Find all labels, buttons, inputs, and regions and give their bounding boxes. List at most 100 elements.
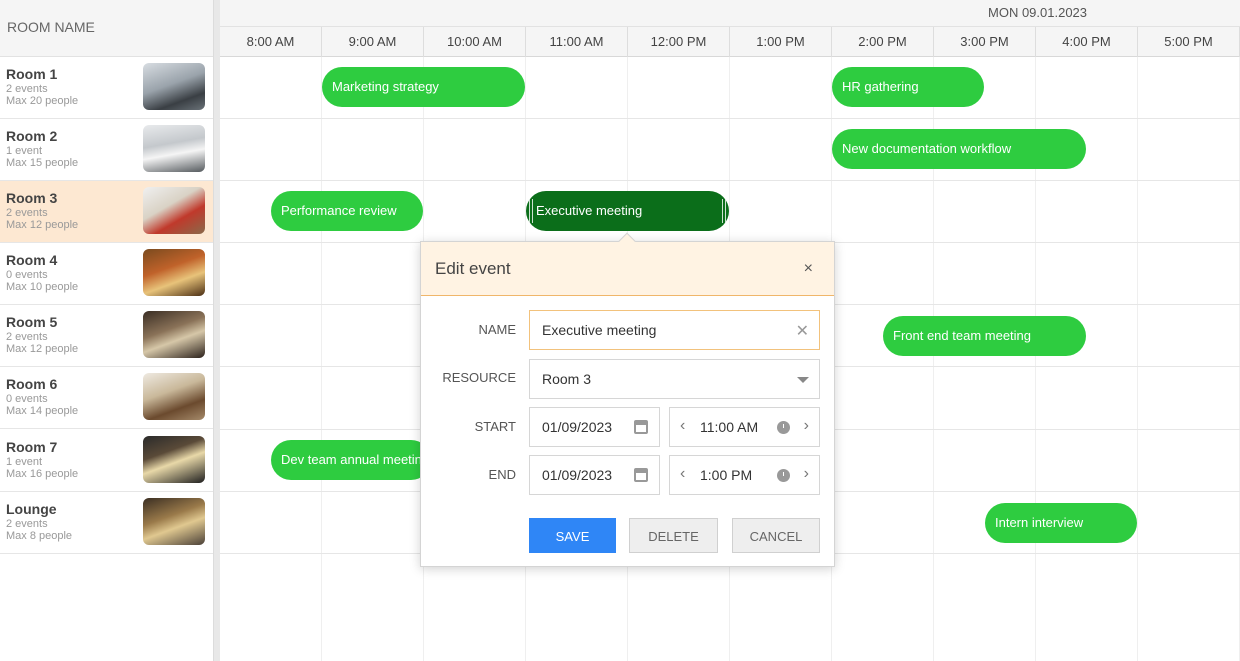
chevron-right-icon[interactable]: › — [804, 465, 809, 483]
room-row-7[interactable]: Room 7 1 event Max 16 people — [0, 430, 213, 492]
delete-button[interactable]: DELETE — [629, 518, 718, 553]
room-name: Room 2 — [6, 128, 58, 144]
end-date-value: 01/09/2023 — [542, 467, 613, 483]
room-event-count: 2 events — [6, 331, 48, 343]
resource-select[interactable]: Room 3 — [529, 359, 820, 399]
popup-title: Edit event — [435, 259, 511, 278]
chevron-left-icon[interactable]: ‹ — [680, 417, 685, 435]
grid-line — [220, 118, 1240, 119]
room-photo — [143, 436, 205, 483]
room-name: Room 7 — [6, 439, 58, 455]
room-photo — [143, 125, 205, 172]
room-photo — [143, 249, 205, 296]
room-row-5[interactable]: Room 5 2 events Max 12 people — [0, 305, 213, 367]
event-front-end-team-meeting[interactable]: Front end team meeting — [883, 316, 1086, 356]
room-capacity: Max 12 people — [6, 343, 79, 355]
room-name: Room 4 — [6, 252, 58, 268]
close-icon[interactable]: × — [804, 260, 813, 278]
calendar-icon[interactable] — [634, 468, 648, 482]
hour-header: 8:00 AM 9:00 AM 10:00 AM 11:00 AM 12:00 … — [220, 27, 1240, 57]
room-capacity: Max 16 people — [6, 468, 79, 480]
resource-label: RESOURCE — [442, 370, 516, 385]
end-time-value: 1:00 PM — [700, 467, 753, 483]
room-capacity: Max 12 people — [6, 219, 79, 231]
room-row-lounge[interactable]: Lounge 2 events Max 8 people — [0, 492, 213, 554]
resource-select-value: Room 3 — [542, 371, 592, 387]
hour-label: 11:00 AM — [526, 27, 628, 57]
event-intern-interview[interactable]: Intern interview — [985, 503, 1137, 543]
chevron-down-icon — [797, 377, 809, 383]
hour-label: 12:00 PM — [628, 27, 730, 57]
room-capacity: Max 14 people — [6, 405, 79, 417]
start-date-input[interactable]: 01/09/2023 — [529, 407, 660, 447]
room-name-header: ROOM NAME — [0, 0, 213, 57]
room-event-count: 2 events — [6, 518, 48, 530]
chevron-left-icon[interactable]: ‹ — [680, 465, 685, 483]
room-photo — [143, 373, 205, 420]
room-name: Room 5 — [6, 314, 58, 330]
event-new-documentation-workflow[interactable]: New documentation workflow — [832, 129, 1086, 169]
name-label: NAME — [478, 322, 516, 337]
event-performance-review[interactable]: Performance review — [271, 191, 423, 231]
sidebar-splitter[interactable] — [213, 0, 220, 661]
start-time-input[interactable]: ‹ 11:00 AM › — [669, 407, 820, 447]
start-time-value: 11:00 AM — [700, 419, 759, 435]
room-event-count: 0 events — [6, 393, 48, 405]
room-photo — [143, 311, 205, 358]
room-row-6[interactable]: Room 6 0 events Max 14 people — [0, 367, 213, 429]
room-event-count: 2 events — [6, 207, 48, 219]
name-input-value: Executive meeting — [542, 322, 657, 338]
resource-sidebar: ROOM NAME Room 1 2 events Max 20 people … — [0, 0, 213, 661]
room-capacity: Max 20 people — [6, 95, 79, 107]
room-name: Room 1 — [6, 66, 58, 82]
room-capacity: Max 8 people — [6, 530, 73, 542]
event-title: Executive meeting — [536, 203, 643, 218]
room-row-2[interactable]: Room 2 1 event Max 15 people — [0, 119, 213, 181]
room-event-count: 2 events — [6, 83, 48, 95]
date-label: MON 09.01.2023 — [988, 5, 1088, 20]
clock-icon — [777, 421, 790, 434]
hour-label: 8:00 AM — [220, 27, 322, 57]
chevron-right-icon[interactable]: › — [804, 417, 809, 435]
hour-label: 5:00 PM — [1138, 27, 1240, 57]
event-dev-team-annual-meeting[interactable]: Dev team annual meeting — [271, 440, 431, 480]
room-event-count: 0 events — [6, 269, 48, 281]
resize-handle-start[interactable] — [529, 199, 533, 223]
end-time-input[interactable]: ‹ 1:00 PM › — [669, 455, 820, 495]
room-name: Room 6 — [6, 376, 58, 392]
start-date-value: 01/09/2023 — [542, 419, 613, 435]
room-row-1[interactable]: Room 1 2 events Max 20 people — [0, 57, 213, 119]
room-row-3[interactable]: Room 3 2 events Max 12 people — [0, 181, 213, 243]
room-capacity: Max 15 people — [6, 157, 79, 169]
end-label: END — [488, 467, 516, 482]
date-header: MON 09.01.2023 — [220, 0, 1240, 27]
room-photo — [143, 498, 205, 545]
calendar-icon[interactable] — [634, 420, 648, 434]
name-input[interactable]: Executive meeting ✕ — [529, 310, 820, 350]
grid-line — [220, 180, 1240, 181]
end-date-input[interactable]: 01/09/2023 — [529, 455, 660, 495]
room-capacity: Max 10 people — [6, 281, 79, 293]
edit-event-popup: Edit event × NAME Executive meeting ✕ RE… — [420, 232, 835, 567]
start-label: START — [474, 419, 516, 434]
event-marketing-strategy[interactable]: Marketing strategy — [322, 67, 525, 107]
room-photo — [143, 187, 205, 234]
hour-label: 10:00 AM — [424, 27, 526, 57]
resize-handle-end[interactable] — [722, 199, 726, 223]
hour-label: 1:00 PM — [730, 27, 832, 57]
room-row-4[interactable]: Room 4 0 events Max 10 people — [0, 243, 213, 305]
hour-label: 9:00 AM — [322, 27, 424, 57]
room-event-count: 1 event — [6, 145, 43, 157]
room-event-count: 1 event — [6, 456, 43, 468]
hour-label: 2:00 PM — [832, 27, 934, 57]
popup-header: Edit event × — [421, 242, 834, 296]
save-button[interactable]: SAVE — [529, 518, 616, 553]
event-hr-gathering[interactable]: HR gathering — [832, 67, 984, 107]
grid-line — [321, 57, 322, 661]
clear-icon[interactable]: ✕ — [796, 321, 809, 341]
room-photo — [143, 63, 205, 110]
grid-line — [1137, 57, 1138, 661]
event-executive-meeting[interactable]: Executive meeting — [526, 191, 729, 231]
room-name: Room 3 — [6, 190, 58, 206]
cancel-button[interactable]: CANCEL — [732, 518, 820, 553]
